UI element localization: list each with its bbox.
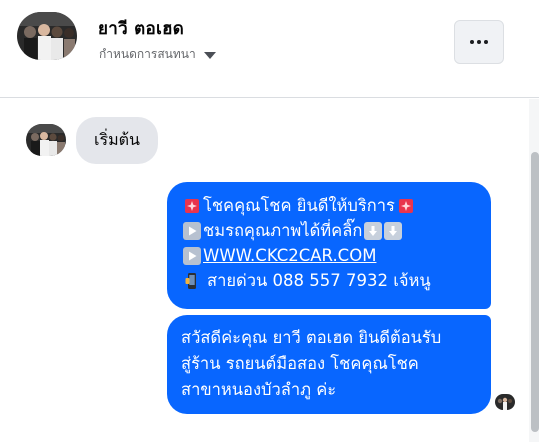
message-line-text: โชคคุณโชค ยินดีให้บริการ — [203, 196, 395, 215]
three-dots-icon — [470, 40, 488, 44]
message-line: WWW.CKC2CAR.COM — [183, 243, 477, 268]
more-options-button[interactable] — [454, 20, 504, 64]
avatar-photo-icon — [17, 12, 77, 60]
avatar-photo-icon — [495, 394, 515, 410]
website-link[interactable]: WWW.CKC2CAR.COM — [203, 243, 376, 268]
message-line: สาขาหนองบัวลำภู ค่ะ — [181, 377, 479, 403]
avatar-photo-icon — [26, 124, 66, 156]
message-line: โชคคุณโชค ยินดีให้บริการ — [183, 193, 477, 218]
message-line-text: สู่ร้าน รถยนต์มือสอง โชคคุณโชค — [181, 354, 419, 373]
message-line: สวัสดีค่ะคุณ ยาวี ตอเฮด ยินดีต้อนรับ — [181, 325, 479, 351]
sparkle-emoji-icon — [397, 197, 415, 215]
mobile-phone-emoji-icon — [183, 272, 201, 290]
down-arrow-emoji-icon — [384, 221, 403, 240]
message-text: เริ่มต้น — [94, 130, 140, 149]
conversation-header: ยาวี ตอเฮด กำหนดการสนทนา — [0, 0, 539, 98]
contact-name[interactable]: ยาวี ตอเฮด — [98, 15, 184, 42]
sender-avatar[interactable] — [26, 124, 66, 156]
conversation-settings-label: กำหนดการสนทนา — [99, 47, 196, 61]
sparkle-emoji-icon — [183, 197, 201, 215]
message-line: สู่ร้าน รถยนต์มือสอง โชคคุณโชค — [181, 351, 479, 377]
conversation-settings-dropdown[interactable]: กำหนดการสนทนา — [99, 45, 216, 64]
play-button-emoji-icon — [183, 246, 201, 265]
outgoing-message-bubble[interactable]: สวัสดีค่ะคุณ ยาวี ตอเฮด ยินดีต้อนรับ สู่… — [167, 315, 491, 414]
incoming-message-bubble[interactable]: เริ่มต้น — [76, 117, 158, 164]
message-line-text: สายด่วน 088 557 7932 เจ้หนู — [207, 271, 431, 290]
outgoing-message-bubble[interactable]: โชคคุณโชค ยินดีให้บริการ ชมรถคุณภาพได้ที… — [167, 182, 491, 309]
message-line-text: ชมรถคุณภาพได้ที่คลิ๊ก — [203, 221, 363, 240]
play-button-emoji-icon — [183, 221, 201, 240]
scrollbar-thumb[interactable] — [531, 152, 539, 432]
caret-down-icon — [203, 52, 216, 59]
message-line-text: สาขาหนองบัวลำภู ค่ะ — [181, 380, 337, 399]
message-line-text: สวัสดีค่ะคุณ ยาวี ตอเฮด ยินดีต้อนรับ — [181, 328, 442, 347]
contact-avatar[interactable] — [17, 12, 77, 60]
message-line: ชมรถคุณภาพได้ที่คลิ๊ก — [183, 218, 477, 243]
seen-receipt-avatar — [495, 394, 515, 410]
message-line: สายด่วน 088 557 7932 เจ้หนู — [183, 268, 477, 293]
down-arrow-emoji-icon — [364, 221, 383, 240]
